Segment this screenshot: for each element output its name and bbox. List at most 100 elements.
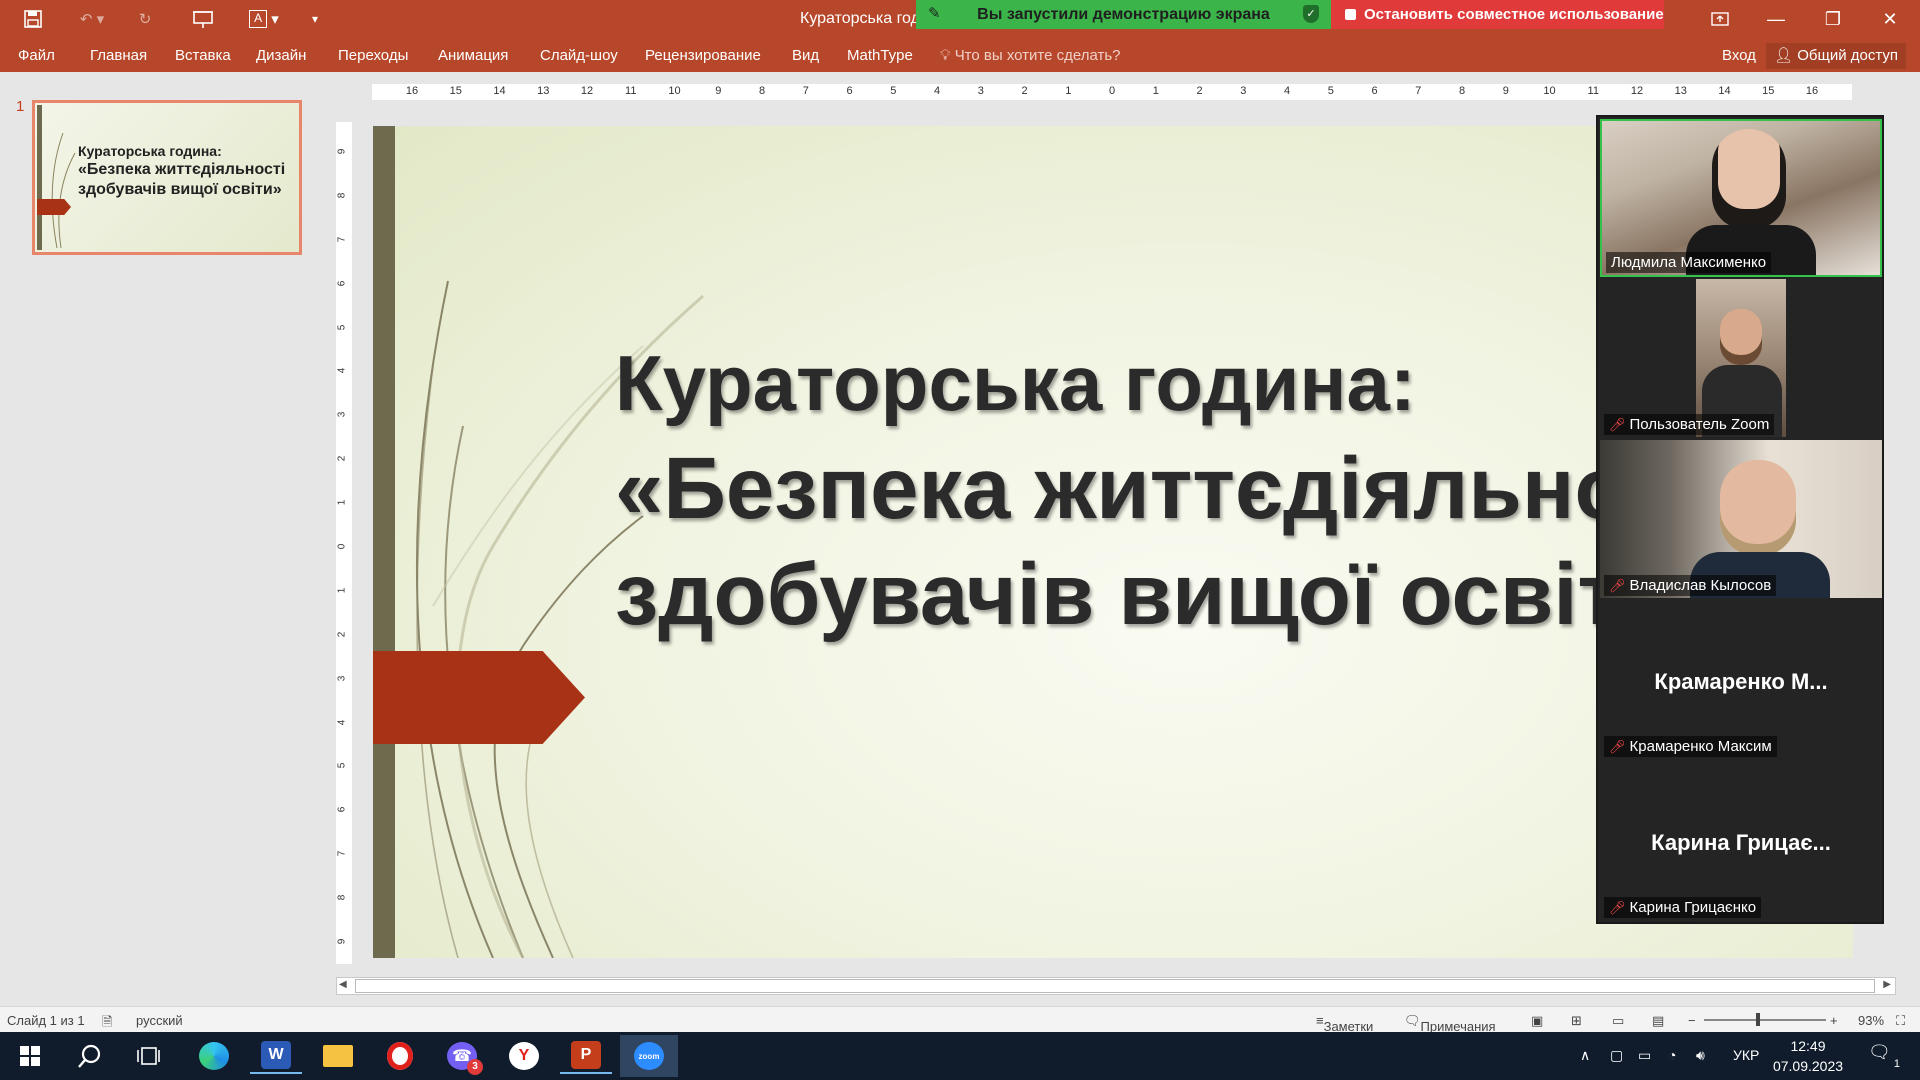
ruler-tick-label: 2 bbox=[336, 631, 348, 638]
fit-to-window-icon[interactable]: ⛶ bbox=[1896, 1013, 1905, 1029]
yandex-browser-icon[interactable]: Y bbox=[498, 1038, 550, 1074]
notes-button[interactable]: ≡ Заметки bbox=[1316, 1013, 1373, 1034]
zoom-app-icon[interactable]: zoom bbox=[620, 1035, 678, 1077]
zoom-level[interactable]: 93% bbox=[1858, 1013, 1884, 1028]
tab-home[interactable]: Главная bbox=[90, 47, 147, 64]
participant-tile[interactable]: Карина Грицає... 🎤︎ Карина Грицаєнко bbox=[1600, 762, 1882, 920]
tab-animations[interactable]: Анимация bbox=[438, 47, 508, 64]
share-status-text: Вы запустили демонстрацию экрана bbox=[977, 5, 1270, 23]
reading-view-icon[interactable]: ▭ bbox=[1612, 1013, 1624, 1029]
ruler-tick-label: 0 bbox=[1108, 85, 1116, 97]
task-view-icon[interactable] bbox=[122, 1038, 174, 1074]
ruler-tick-label: 10 bbox=[1543, 85, 1556, 97]
notifications-icon[interactable]: 🗨︎ 1 bbox=[1868, 1042, 1900, 1070]
tab-mathtype[interactable]: MathType bbox=[847, 47, 913, 64]
ruler-tick-label: 5 bbox=[336, 324, 348, 330]
ruler-tick-label: 13 bbox=[537, 85, 550, 97]
share-button[interactable]: 👤︎ Общий доступ bbox=[1766, 43, 1906, 69]
scroll-left-icon[interactable]: ◀ bbox=[339, 979, 347, 990]
word-icon[interactable]: W bbox=[250, 1038, 302, 1074]
person-silhouette bbox=[1712, 129, 1786, 229]
participant-tile[interactable]: Крамаренко М... 🎤︎ Крамаренко Максим bbox=[1600, 601, 1882, 759]
share-status-icon: ✎ bbox=[928, 5, 941, 22]
zoom-in-icon[interactable]: + bbox=[1830, 1013, 1838, 1028]
tab-review[interactable]: Рецензирование bbox=[645, 47, 761, 64]
opera-icon[interactable] bbox=[374, 1038, 426, 1074]
ruler-tick-label: 7 bbox=[336, 236, 348, 243]
tab-file[interactable]: Файл bbox=[18, 47, 55, 64]
redo-icon[interactable]: ↻ bbox=[130, 6, 160, 32]
normal-view-icon[interactable]: ▣ bbox=[1531, 1013, 1543, 1029]
ruler-tick-label: 2 bbox=[1021, 85, 1028, 97]
thumbnail-arrow bbox=[37, 199, 71, 215]
restore-icon[interactable]: ❐ bbox=[1805, 0, 1861, 38]
tab-design[interactable]: Дизайн bbox=[256, 47, 306, 64]
scroll-thumb[interactable] bbox=[355, 979, 1875, 993]
start-slideshow-icon[interactable] bbox=[188, 6, 218, 32]
tell-me-text: Что вы хотите сделать? bbox=[954, 47, 1121, 64]
clock[interactable]: 12:49 07.09.2023 bbox=[1768, 1036, 1848, 1076]
slide-red-arrow bbox=[373, 651, 585, 744]
battery-icon[interactable]: ▭ bbox=[1638, 1047, 1651, 1064]
slide-thumbnail[interactable]: Кураторська година: «Безпека життєдіяльн… bbox=[32, 100, 302, 255]
file-explorer-icon[interactable] bbox=[312, 1038, 364, 1074]
participant-display-name: Крамаренко М... bbox=[1654, 669, 1828, 694]
ruler-tick-label: 12 bbox=[1630, 85, 1644, 97]
undo-icon[interactable]: ↶ ▾ bbox=[72, 6, 112, 32]
horizontal-scrollbar[interactable]: ◀ ▶ bbox=[336, 977, 1896, 995]
volume-icon[interactable]: 🔊︎ bbox=[1696, 1047, 1705, 1064]
search-icon[interactable] bbox=[64, 1038, 116, 1074]
sign-in-link[interactable]: Вход bbox=[1722, 47, 1756, 64]
show-hidden-icons[interactable]: ∧ bbox=[1580, 1047, 1590, 1064]
ruler-tick-label: 5 bbox=[1327, 85, 1334, 97]
minimize-icon[interactable]: — bbox=[1748, 0, 1804, 38]
slide-title-body[interactable]: «Безпека життєдіяльності здобувачів вищо… bbox=[615, 436, 1742, 648]
tab-slideshow[interactable]: Слайд-шоу bbox=[540, 47, 618, 64]
tab-view[interactable]: Вид bbox=[792, 47, 819, 64]
ruler-tick-label: 9 bbox=[336, 938, 348, 945]
ruler-tick-label: 4 bbox=[933, 85, 941, 97]
ruler-tick-label: 8 bbox=[1458, 85, 1466, 97]
ruler-tick-label: 6 bbox=[846, 85, 853, 97]
participant-tile[interactable]: 🎤︎ Владислав Кылосов bbox=[1600, 440, 1882, 598]
stop-share-button[interactable]: Остановить совместное использование bbox=[1331, 0, 1664, 29]
participant-name: Карина Грицаєнко bbox=[1629, 899, 1757, 916]
ribbon-display-options-icon[interactable] bbox=[1692, 0, 1748, 38]
ruler-tick-label: 2 bbox=[1196, 85, 1203, 97]
input-language[interactable]: УКР bbox=[1733, 1047, 1759, 1063]
participant-tile[interactable]: Людмила Максименко bbox=[1600, 119, 1882, 277]
comments-button[interactable]: 🗨︎ Примечания bbox=[1404, 1013, 1496, 1034]
edge-icon[interactable] bbox=[188, 1038, 240, 1074]
scroll-right-icon[interactable]: ▶ bbox=[1883, 979, 1891, 990]
close-icon[interactable]: ✕ bbox=[1862, 0, 1918, 38]
slideshow-view-icon[interactable]: ▤ bbox=[1652, 1013, 1664, 1029]
ruler-tick-label: 11 bbox=[1587, 85, 1599, 97]
ruler-tick-label: 7 bbox=[802, 85, 809, 97]
customize-toolbar-icon[interactable]: ▾ bbox=[305, 6, 325, 32]
start-button[interactable] bbox=[4, 1038, 56, 1074]
powerpoint-icon[interactable]: P bbox=[560, 1038, 612, 1074]
tell-me-search[interactable]: 💡︎ Что вы хотите сделать? bbox=[940, 47, 1121, 64]
language-indicator[interactable]: русский bbox=[136, 1013, 183, 1028]
zoom-out-icon[interactable]: − bbox=[1688, 1013, 1696, 1028]
wifi-icon[interactable]: ◔ bbox=[1668, 1047, 1676, 1063]
ruler-tick-label: 8 bbox=[758, 85, 766, 97]
ruler-tick-label: 15 bbox=[1762, 85, 1775, 97]
tab-insert[interactable]: Вставка bbox=[175, 47, 231, 64]
ruler-tick-label: 16 bbox=[405, 85, 419, 97]
zoom-slider-track[interactable] bbox=[1704, 1019, 1826, 1021]
viber-icon[interactable]: ☎ 3 bbox=[436, 1038, 488, 1075]
person-silhouette bbox=[1720, 309, 1762, 365]
font-color-icon[interactable]: A ▾ bbox=[244, 6, 284, 32]
camera-tray-icon[interactable]: ▢ bbox=[1610, 1047, 1623, 1064]
participant-tile[interactable]: 🎤︎ Пользователь Zoom bbox=[1600, 279, 1882, 437]
slide-sorter-icon[interactable]: ⊞ bbox=[1571, 1013, 1582, 1029]
tab-transitions[interactable]: Переходы bbox=[338, 47, 408, 64]
ruler-tick-label: 16 bbox=[1805, 85, 1819, 97]
participant-name-tag: 🎤︎ Крамаренко Максим bbox=[1604, 736, 1777, 757]
vertical-ruler: 9 8 7 6 5 4 3 2 1 0 1 2 3 4 5 6 7 8 9 bbox=[336, 122, 352, 964]
save-icon[interactable] bbox=[18, 6, 48, 32]
ruler-tick-label: 4 bbox=[336, 368, 348, 374]
zoom-slider-thumb[interactable] bbox=[1756, 1013, 1760, 1026]
slide-title-line1[interactable]: Кураторська година: bbox=[615, 338, 1416, 429]
